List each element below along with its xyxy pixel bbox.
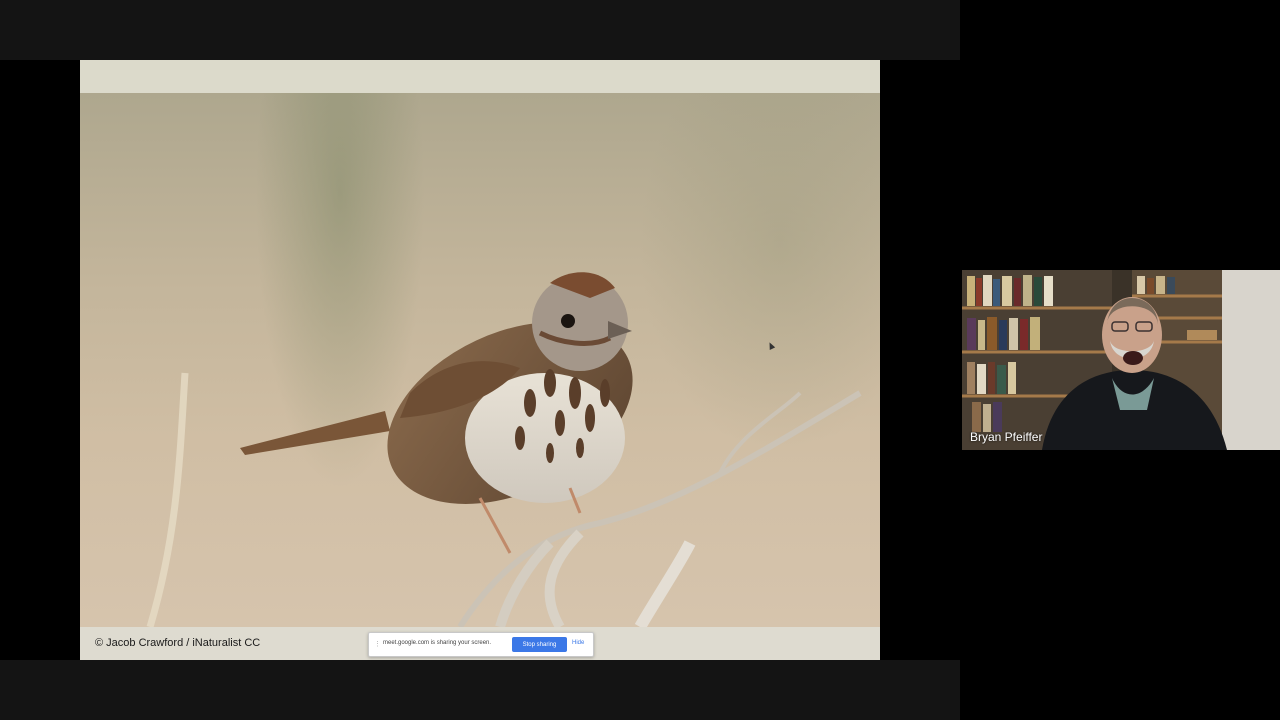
presentation-slide: © Jacob Crawford / iNaturalist CC ⋮ meet… [80,60,880,660]
screen-share-notification: ⋮ meet.google.com is sharing your screen… [368,632,594,657]
slide-top-band [80,60,880,93]
left-letterbox [0,60,80,660]
stop-sharing-button[interactable]: Stop sharing [512,637,567,652]
photo-credit: © Jacob Crawford / iNaturalist CC [95,637,261,649]
hide-button[interactable]: Hide [572,640,584,646]
top-letterbox [0,0,960,60]
bottom-letterbox [0,660,960,720]
drag-handle-icon[interactable]: ⋮ [374,640,381,648]
participant-video-tile[interactable]: Bryan Pfeiffer [962,270,1280,450]
sparrow-illustration [146,272,862,627]
song-sparrow-photo [80,93,880,627]
participant-video [962,270,1280,450]
share-message: meet.google.com is sharing your screen. [383,640,492,646]
participant-name-label: Bryan Pfeiffer [970,430,1043,444]
